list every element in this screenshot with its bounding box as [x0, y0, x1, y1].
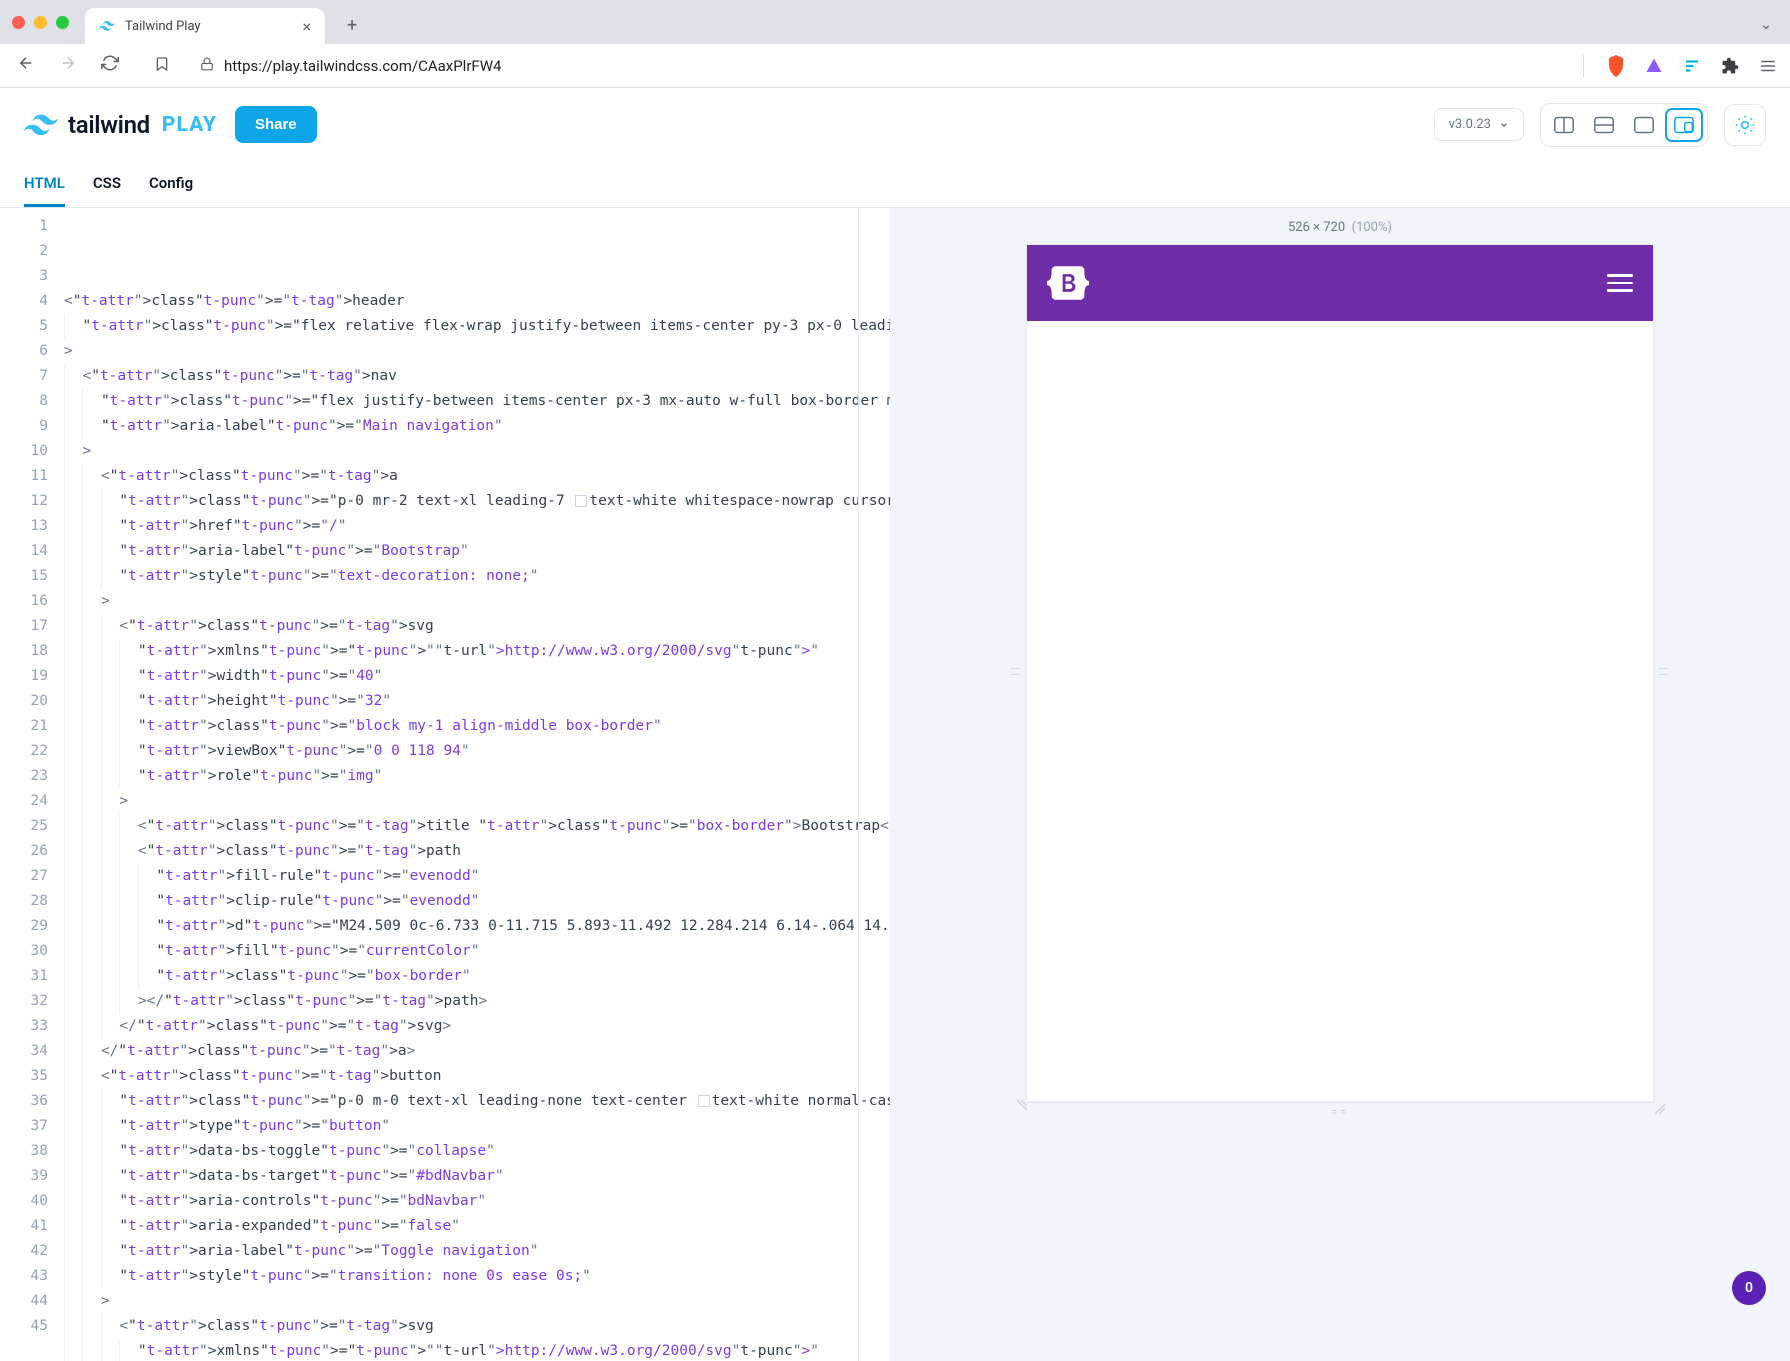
window-minimize-icon[interactable] [34, 16, 47, 29]
window-controls [12, 16, 69, 29]
tailwind-logo-icon [24, 114, 58, 136]
preview-frame [1027, 245, 1653, 1101]
browser-tab[interactable]: Tailwind Play × [85, 8, 325, 44]
tab-config[interactable]: Config [149, 174, 193, 207]
lock-icon[interactable] [200, 57, 214, 75]
preview-frame-wrap: || || == [1027, 245, 1653, 1101]
new-tab-button[interactable]: + [343, 11, 361, 40]
window-zoom-icon[interactable] [56, 16, 69, 29]
extension-triangle-icon[interactable] [1644, 56, 1664, 76]
browser-tabstrip: Tailwind Play × + ⌄ [0, 0, 1790, 44]
layout-preview-button[interactable] [1625, 108, 1663, 142]
browser-menu-icon[interactable] [1758, 56, 1778, 76]
version-label: v3.0.23 [1449, 117, 1491, 132]
forward-button[interactable] [54, 54, 82, 77]
layout-switcher [1540, 103, 1708, 147]
address-bar[interactable]: https://play.tailwindcss.com/CAaxPlrFW4 [138, 56, 1565, 76]
preview-navbar [1027, 245, 1653, 321]
error-count-badge[interactable]: 0 [1732, 1271, 1766, 1305]
layout-vertical-button[interactable] [1545, 108, 1583, 142]
reload-button[interactable] [96, 54, 124, 77]
tab-css[interactable]: CSS [93, 174, 121, 207]
app-header: tailwind PLAY Share v3.0.23 [0, 88, 1790, 162]
share-button[interactable]: Share [235, 106, 317, 143]
extensions-puzzle-icon[interactable] [1720, 56, 1740, 76]
resize-handle-bottom[interactable]: == [1320, 1105, 1360, 1119]
theme-toggle-button[interactable] [1724, 104, 1766, 146]
chevron-down-icon[interactable]: ⌄ [1754, 11, 1778, 39]
browser-toolbar: https://play.tailwindcss.com/CAaxPlrFW4 [0, 44, 1790, 88]
code-content[interactable]: <"t-attr">class"t-punc">="t-tag">header … [60, 208, 890, 1361]
logo-word: tailwind [68, 111, 150, 139]
main-split: 1234567891011121314151617181920212223242… [0, 208, 1790, 1361]
preview-dimensions: 526 × 720 (100%) [1288, 208, 1392, 245]
window-close-icon[interactable] [12, 16, 25, 29]
wrap-guide [858, 208, 859, 1361]
hamburger-menu-icon[interactable] [1607, 274, 1633, 292]
separator [1583, 55, 1584, 77]
dims-percent: (100%) [1352, 220, 1392, 235]
extension-bars-icon[interactable] [1682, 56, 1702, 76]
layout-horizontal-button[interactable] [1585, 108, 1623, 142]
tab-close-icon[interactable]: × [302, 17, 311, 36]
version-selector[interactable]: v3.0.23 [1434, 108, 1524, 141]
tab-html[interactable]: HTML [24, 174, 65, 207]
url-text: https://play.tailwindcss.com/CAaxPlrFW4 [224, 57, 501, 75]
bookmark-icon[interactable] [154, 56, 170, 76]
sun-icon [1735, 115, 1755, 135]
back-button[interactable] [12, 54, 40, 77]
browser-tab-title: Tailwind Play [125, 19, 292, 34]
preview-pane: 526 × 720 (100%) || || == [890, 208, 1790, 1361]
logo[interactable]: tailwind PLAY [24, 111, 217, 139]
resize-handle-left[interactable]: || [1009, 653, 1023, 693]
resize-corner-bl[interactable] [1013, 1099, 1029, 1115]
bootstrap-logo-icon[interactable] [1047, 265, 1089, 301]
tailwind-favicon-icon [99, 18, 115, 34]
dims-text: 526 × 720 [1288, 220, 1345, 235]
resize-corner-br[interactable] [1651, 1099, 1667, 1115]
chevron-down-icon [1499, 120, 1509, 130]
layout-responsive-button[interactable] [1665, 108, 1703, 142]
line-gutter: 1234567891011121314151617181920212223242… [0, 208, 60, 1361]
code-editor[interactable]: 1234567891011121314151617181920212223242… [0, 208, 890, 1361]
resize-handle-right[interactable]: || [1657, 653, 1671, 693]
brave-shield-icon[interactable] [1606, 56, 1626, 76]
code-tabs: HTML CSS Config [0, 162, 1790, 208]
logo-suffix: PLAY [162, 113, 217, 137]
